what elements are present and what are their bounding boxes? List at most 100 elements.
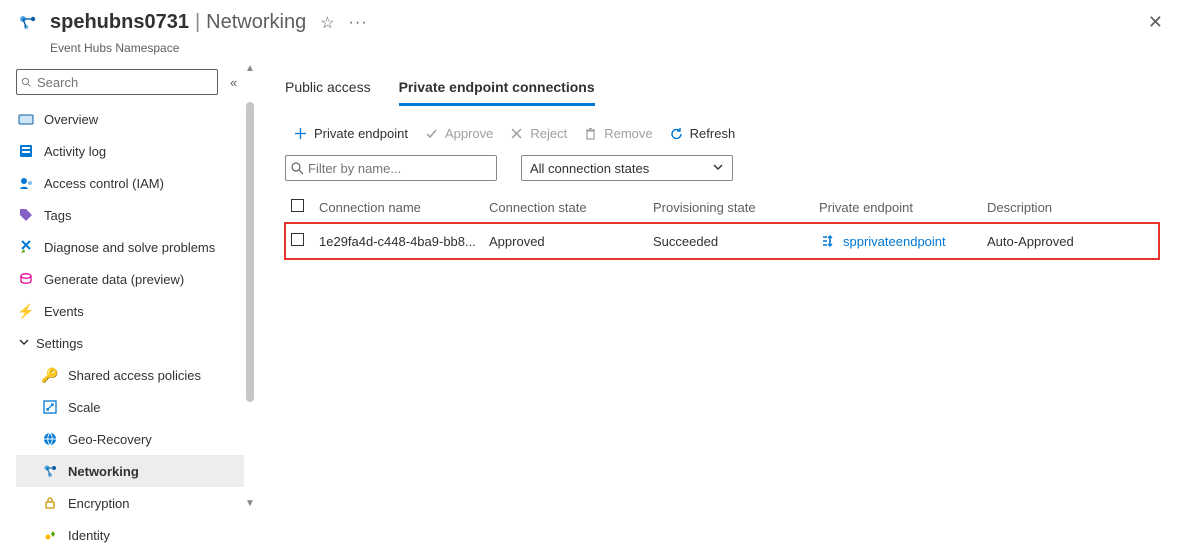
identity-icon: [42, 527, 58, 543]
nav-label: Geo-Recovery: [68, 432, 152, 447]
event-hubs-icon: [16, 11, 40, 35]
sidebar-scrollbar[interactable]: ▲ ▼: [245, 63, 255, 551]
nav-label: Identity: [68, 528, 110, 543]
overview-icon: [18, 111, 34, 127]
select-value: All connection states: [530, 161, 649, 176]
lock-icon: [42, 495, 58, 511]
remove-button: Remove: [583, 126, 652, 141]
key-icon: 🔑: [42, 367, 58, 383]
cell-description: Auto-Approved: [981, 223, 1159, 259]
sidebar-item-scale[interactable]: Scale: [16, 391, 244, 423]
scale-icon: [42, 399, 58, 415]
search-icon: [21, 75, 31, 89]
nav-label: Tags: [44, 208, 71, 223]
access-control-icon: [18, 175, 34, 191]
title-separator: |: [195, 11, 200, 34]
sidebar-item-diagnose[interactable]: Diagnose and solve problems: [16, 231, 244, 263]
sidebar-item-networking[interactable]: Networking: [16, 455, 244, 487]
diagnose-icon: [18, 239, 34, 255]
scroll-thumb[interactable]: [246, 102, 254, 402]
more-actions-icon[interactable]: ···: [349, 14, 368, 32]
col-connection-state[interactable]: Connection state: [483, 191, 647, 223]
sidebar-item-geo[interactable]: Geo-Recovery: [16, 423, 244, 455]
sidebar-item-activity[interactable]: Activity log: [16, 135, 244, 167]
col-provisioning-state[interactable]: Provisioning state: [647, 191, 813, 223]
nav-label: Generate data (preview): [44, 272, 184, 287]
sidebar-item-shared-policies[interactable]: 🔑 Shared access policies: [16, 359, 244, 391]
nav-label: Encryption: [68, 496, 129, 511]
plus-icon: [293, 126, 308, 141]
toolbar: Private endpoint Approve Reject Remove R…: [285, 126, 1159, 141]
toolbar-label: Approve: [445, 126, 493, 141]
favorite-star-icon[interactable]: ☆: [320, 13, 334, 33]
networking-icon: [42, 463, 58, 479]
sidebar-item-access[interactable]: Access control (IAM): [16, 167, 244, 199]
events-icon: ⚡: [18, 303, 34, 319]
cell-connection-state: Approved: [483, 223, 647, 259]
section-title: Networking: [206, 11, 306, 34]
sidebar-item-events[interactable]: ⚡ Events: [16, 295, 244, 327]
nav-label: Networking: [68, 464, 139, 479]
scroll-up-icon[interactable]: ▲: [245, 63, 255, 74]
nav-label: Activity log: [44, 144, 106, 159]
add-private-endpoint-button[interactable]: Private endpoint: [293, 126, 408, 141]
nav-label: Diagnose and solve problems: [44, 240, 215, 255]
reject-button: Reject: [509, 126, 567, 141]
toolbar-label: Refresh: [690, 126, 736, 141]
toolbar-label: Reject: [530, 126, 567, 141]
tab-public-access[interactable]: Public access: [285, 73, 371, 106]
sidebar-item-generate[interactable]: Generate data (preview): [16, 263, 244, 295]
chevron-down-icon: [16, 336, 32, 351]
tab-list: Public access Private endpoint connectio…: [285, 73, 1159, 106]
generate-data-icon: [18, 271, 34, 287]
close-icon[interactable]: ✕: [1140, 8, 1171, 37]
activity-log-icon: [18, 143, 34, 159]
refresh-button[interactable]: Refresh: [669, 126, 736, 141]
col-private-endpoint[interactable]: Private endpoint: [813, 191, 981, 223]
nav-label: Events: [44, 304, 84, 319]
endpoint-name: spprivateendpoint: [843, 234, 946, 249]
refresh-icon: [669, 126, 684, 141]
sidebar-item-encryption[interactable]: Encryption: [16, 487, 244, 519]
sidebar-search[interactable]: [16, 69, 218, 95]
private-endpoint-icon: [819, 233, 835, 249]
nav-label: Shared access policies: [68, 368, 201, 383]
collapse-sidebar-icon[interactable]: «: [230, 75, 237, 90]
cell-connection-name: 1e29fa4d-c448-4ba9-bb8...: [313, 223, 483, 259]
cell-provisioning-state: Succeeded: [647, 223, 813, 259]
select-all-checkbox[interactable]: [291, 199, 304, 212]
sidebar-group-settings[interactable]: Settings: [16, 327, 244, 359]
tab-private-endpoint[interactable]: Private endpoint connections: [399, 73, 595, 106]
chevron-down-icon: [712, 161, 724, 176]
resource-title: spehubns0731: [50, 11, 189, 34]
search-input[interactable]: [37, 75, 213, 90]
resource-type-label: Event Hubs Namespace: [50, 41, 1187, 63]
filter-input[interactable]: [308, 161, 492, 176]
globe-icon: [42, 431, 58, 447]
nav-label: Scale: [68, 400, 101, 415]
filter-by-name[interactable]: [285, 155, 497, 181]
sidebar-item-overview[interactable]: Overview: [16, 103, 244, 135]
page-header: spehubns0731 | Networking ☆ ··· ✕: [0, 0, 1187, 43]
sidebar-item-tags[interactable]: Tags: [16, 199, 244, 231]
connections-table: Connection name Connection state Provisi…: [285, 191, 1159, 259]
sidebar-item-identity[interactable]: Identity: [16, 519, 244, 551]
nav-label: Overview: [44, 112, 98, 127]
nav-label: Access control (IAM): [44, 176, 164, 191]
connection-state-select[interactable]: All connection states: [521, 155, 733, 181]
trash-icon: [583, 126, 598, 141]
scroll-track[interactable]: [246, 78, 254, 498]
tags-icon: [18, 207, 34, 223]
col-connection-name[interactable]: Connection name: [313, 191, 483, 223]
table-header-row: Connection name Connection state Provisi…: [285, 191, 1159, 223]
scroll-down-icon[interactable]: ▼: [245, 498, 255, 509]
sidebar-nav: Overview Activity log Access control (IA…: [16, 103, 244, 551]
approve-button: Approve: [424, 126, 493, 141]
col-description[interactable]: Description: [981, 191, 1159, 223]
table-row[interactable]: 1e29fa4d-c448-4ba9-bb8... Approved Succe…: [285, 223, 1159, 259]
private-endpoint-link[interactable]: spprivateendpoint: [819, 233, 975, 249]
toolbar-label: Private endpoint: [314, 126, 408, 141]
check-icon: [424, 126, 439, 141]
search-icon: [290, 161, 304, 175]
row-checkbox[interactable]: [291, 233, 304, 246]
